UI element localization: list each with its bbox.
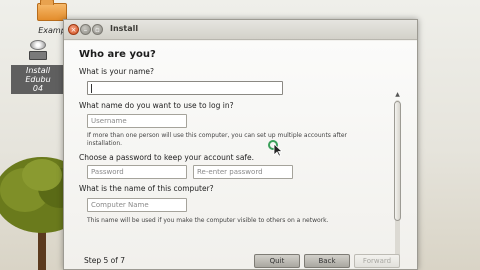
- page-heading: Who are you?: [79, 49, 156, 60]
- quit-button[interactable]: Quit: [254, 254, 300, 268]
- install-label-line1: Install Edubu: [25, 66, 51, 84]
- forward-button[interactable]: Forward: [354, 254, 400, 268]
- desktop-icon-install[interactable]: Install Edubu 04: [11, 40, 65, 95]
- login-question: What name do you want to use to log in?: [79, 101, 234, 110]
- password-question: Choose a password to keep your account s…: [79, 153, 255, 162]
- computer-name-input[interactable]: Computer Name: [87, 198, 187, 212]
- close-window-icon[interactable]: ×: [68, 24, 79, 35]
- name-question: What is your name?: [79, 67, 154, 76]
- maximize-window-icon[interactable]: ▫: [92, 24, 103, 35]
- window-body: Who are you? What is your name? What nam…: [64, 41, 417, 269]
- window-title: Install: [110, 24, 139, 33]
- window-controls: × – ▫: [68, 24, 103, 35]
- text-caret: [91, 84, 92, 93]
- installer-window: × – ▫ Install Who are you? What is your …: [63, 19, 418, 270]
- full-name-input[interactable]: [87, 81, 283, 95]
- desktop-icon-label: Install Edubu 04: [11, 65, 65, 94]
- computer-name-question: What is the name of this computer?: [79, 184, 214, 193]
- computer-name-hint: This name will be used if you make the c…: [87, 217, 329, 224]
- install-label-line2: 04: [32, 84, 44, 93]
- scroll-up-arrow-icon[interactable]: ▲: [393, 91, 402, 98]
- title-bar[interactable]: × – ▫ Install: [64, 20, 417, 40]
- scroll-thumb[interactable]: [394, 101, 401, 221]
- login-hint-line1: If more than one person will use this co…: [87, 132, 348, 139]
- username-input[interactable]: Username: [87, 114, 187, 128]
- busy-cursor-icon: [268, 140, 282, 156]
- login-hint-line2: installation.: [87, 140, 123, 147]
- reenter-password-input[interactable]: Re-enter password: [193, 165, 293, 179]
- scrollbar[interactable]: ▲ ▼: [393, 91, 402, 267]
- step-indicator: Step 5 of 7: [84, 256, 126, 265]
- minimize-window-icon[interactable]: –: [80, 24, 91, 35]
- back-button[interactable]: Back: [304, 254, 350, 268]
- password-input[interactable]: Password: [87, 165, 187, 179]
- installer-icon: [26, 40, 50, 62]
- form-content: What is your name? What name do you want…: [79, 67, 379, 251]
